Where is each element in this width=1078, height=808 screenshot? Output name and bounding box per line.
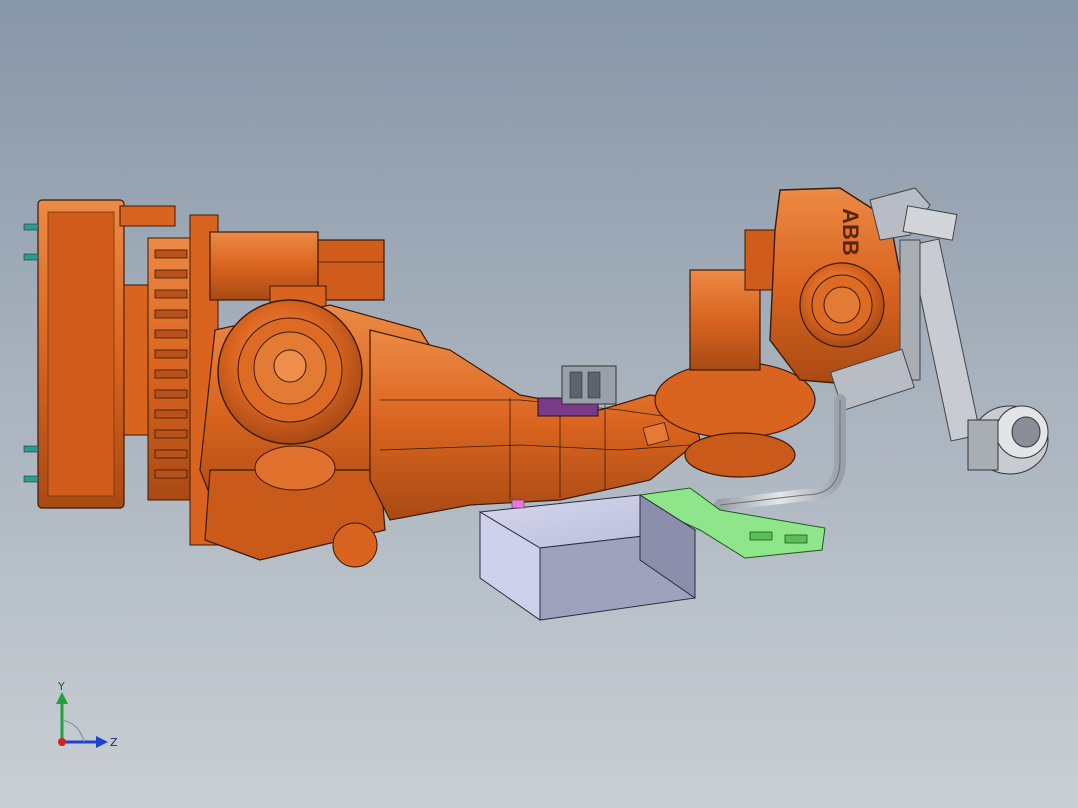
y-axis-label: Y	[57, 680, 65, 693]
z-axis-arrow	[62, 736, 108, 748]
motor-housing[interactable]	[209, 231, 385, 311]
abb-logo: ABB	[838, 208, 863, 256]
base-bolts	[23, 223, 39, 483]
y-axis-arrow	[56, 692, 68, 742]
robot-arm-model[interactable]: ABB	[0, 0, 1078, 808]
control-enclosure[interactable]	[478, 494, 697, 621]
suction-cup[interactable]	[967, 405, 1049, 475]
orientation-triad[interactable]: Y Z	[40, 680, 130, 760]
cad-viewport[interactable]: ABB Y Z	[0, 0, 1078, 808]
z-axis-label: Z	[110, 736, 118, 749]
upper-arm[interactable]	[369, 329, 701, 521]
origin-marker	[58, 738, 66, 746]
turntable[interactable]	[123, 214, 219, 546]
axis2-joint-hub[interactable]	[217, 299, 363, 445]
